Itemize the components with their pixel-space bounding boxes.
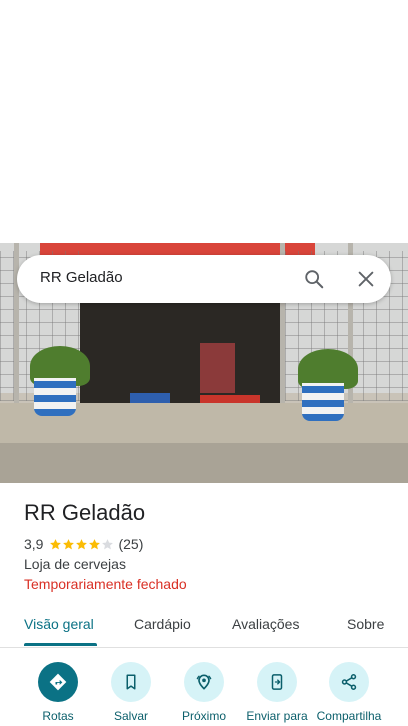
map-area[interactable] [0, 0, 408, 243]
star-icon [76, 538, 88, 549]
drinks-shelf [200, 343, 235, 393]
send-to-phone-button[interactable]: Enviar para [237, 660, 317, 723]
tab-overview[interactable]: Visão geral [24, 616, 94, 632]
close-icon[interactable] [355, 268, 377, 290]
open-status: Temporariamente fechado [24, 576, 187, 592]
rating-value: 3,9 [24, 536, 44, 552]
place-title: RR Geladão [24, 500, 146, 525]
search-icon[interactable] [303, 268, 325, 290]
share-label: Compartilha [316, 709, 382, 723]
flower-pot [34, 378, 76, 416]
search-query[interactable]: RR Geladão [40, 269, 123, 286]
directions-icon [38, 662, 78, 702]
action-bar: Rotas Salvar Próximo Enviar para Compart… [0, 660, 408, 726]
star-empty-icon [102, 538, 114, 549]
save-button[interactable]: Salvar [91, 660, 171, 723]
review-count[interactable]: (25) [118, 536, 143, 552]
rating-stars [49, 538, 114, 551]
active-tab-indicator [24, 643, 97, 646]
flower-pot [302, 383, 344, 421]
tab-about[interactable]: Sobre [347, 616, 384, 632]
shop-interior [80, 298, 285, 408]
tab-menu[interactable]: Cardápio [134, 616, 191, 632]
share-button[interactable]: Compartilha [309, 660, 389, 723]
send-to-phone-icon [257, 662, 297, 702]
star-icon [63, 538, 75, 549]
directions-label: Rotas [42, 709, 74, 723]
nearby-label: Próximo [181, 709, 226, 723]
search-bar[interactable]: RR Geladão [17, 255, 391, 303]
save-label: Salvar [113, 709, 148, 723]
place-category: Loja de cervejas [24, 556, 126, 572]
send-to-phone-label: Enviar para [246, 709, 308, 723]
nearby-icon [184, 662, 224, 702]
share-icon [329, 662, 369, 702]
rating-row[interactable]: 3,9 (25) [24, 536, 143, 552]
star-icon [50, 538, 62, 549]
road [0, 443, 408, 483]
star-icon [89, 538, 101, 549]
directions-button[interactable]: Rotas [18, 660, 98, 723]
bookmark-icon [111, 662, 151, 702]
nearby-button[interactable]: Próximo [164, 660, 244, 723]
tab-reviews[interactable]: Avaliações [232, 616, 299, 632]
storefront-sign [40, 243, 315, 255]
tab-bar: Visão geral Cardápio Avaliações Sobre [0, 606, 408, 648]
